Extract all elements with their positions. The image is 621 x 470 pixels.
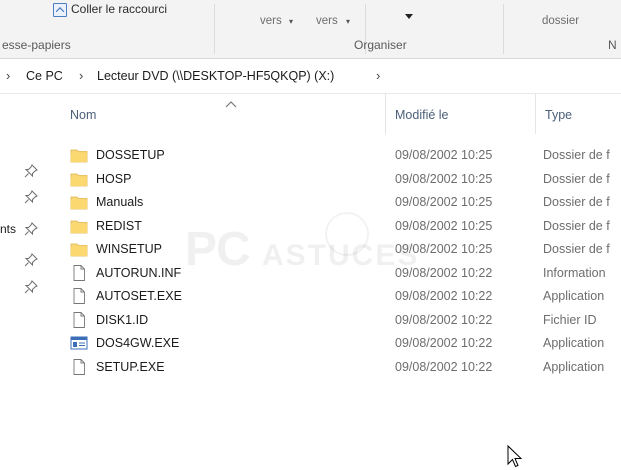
ribbon: Coller le raccourci vers ▾ vers ▾ dossie…: [0, 0, 621, 59]
pin-icon[interactable]: [24, 253, 38, 267]
paste-shortcut-button[interactable]: Coller le raccourci: [71, 2, 167, 16]
ribbon-separator: [503, 4, 504, 54]
file-icon: [70, 288, 88, 304]
clipboard-group-label: esse-papiers: [2, 38, 71, 52]
file-name: AUTORUN.INF: [96, 265, 182, 280]
sort-ascending-icon: [225, 101, 237, 108]
file-icon: [70, 311, 88, 328]
file-name: DOS4GW.EXE: [96, 336, 180, 350]
file-modified-date: 09/08/2002 10:22: [395, 359, 493, 374]
file-type: Application: [543, 289, 605, 303]
paste-shortcut-icon[interactable]: [53, 3, 67, 17]
file-modified-date: 09/08/2002 10:25: [395, 218, 493, 233]
quick-access-label[interactable]: nts: [0, 222, 16, 236]
file-row[interactable]: Manuals 09/08/2002 10:25 Dossier de f: [56, 191, 621, 214]
file-row[interactable]: REDIST 09/08/2002 10:25 Dossier de f: [56, 215, 621, 238]
chevron-down-icon[interactable]: ▾: [289, 17, 293, 26]
file-row[interactable]: SETUP.EXE 09/08/2002 10:22 Application: [56, 356, 621, 379]
column-header-modified[interactable]: Modifié le: [395, 108, 449, 122]
pin-icon[interactable]: [24, 280, 38, 294]
breadcrumb-this-pc[interactable]: Ce PC: [26, 69, 63, 83]
file-row[interactable]: AUTOSET.EXE 09/08/2002 10:22 Application: [56, 285, 621, 308]
column-divider[interactable]: [385, 94, 386, 134]
file-name: AUTOSET.EXE: [96, 289, 182, 303]
exe-window-icon: [70, 335, 88, 351]
file-name: WINSETUP: [96, 242, 162, 256]
file-type: Fichier ID: [543, 312, 597, 327]
file-modified-date: 09/08/2002 10:22: [395, 312, 493, 327]
file-row[interactable]: WINSETUP 09/08/2002 10:25 Dossier de f: [56, 238, 621, 261]
file-type: Dossier de f: [543, 242, 610, 256]
file-name: HOSP: [96, 171, 132, 186]
file-name: Manuals: [96, 195, 144, 209]
breadcrumb-chevron-icon[interactable]: ›: [376, 68, 380, 83]
file-type: Dossier de f: [543, 195, 610, 209]
pin-icon[interactable]: [24, 164, 38, 178]
breadcrumb-chevron-icon[interactable]: ›: [79, 68, 83, 83]
folder-icon: [70, 241, 88, 257]
dropdown-arrow-icon[interactable]: [405, 14, 413, 19]
file-icon: [70, 358, 88, 375]
folder-icon: [70, 218, 88, 234]
file-row[interactable]: AUTORUN.INF 09/08/2002 10:22 Information: [56, 262, 621, 285]
ribbon-separator: [214, 4, 215, 54]
file-type: Dossier de f: [543, 218, 610, 233]
new-group-label: N: [608, 38, 617, 52]
file-modified-date: 09/08/2002 10:25: [395, 242, 493, 256]
file-row[interactable]: DISK1.ID 09/08/2002 10:22 Fichier ID: [56, 309, 621, 332]
organize-group-label: Organiser: [354, 38, 407, 52]
column-header-name[interactable]: Nom: [70, 108, 96, 122]
column-header-type[interactable]: Type: [545, 108, 572, 122]
breadcrumb-chevron-icon[interactable]: ›: [6, 68, 10, 83]
new-folder-button[interactable]: dossier: [542, 15, 579, 27]
file-modified-date: 09/08/2002 10:25: [395, 171, 493, 186]
file-modified-date: 09/08/2002 10:25: [395, 148, 493, 162]
file-type: Dossier de f: [543, 171, 610, 186]
file-row[interactable]: DOSSETUP 09/08/2002 10:25 Dossier de f: [56, 144, 621, 167]
file-name: DOSSETUP: [96, 148, 165, 162]
file-modified-date: 09/08/2002 10:22: [395, 265, 493, 280]
file-name: DISK1.ID: [96, 312, 149, 327]
file-modified-date: 09/08/2002 10:22: [395, 336, 493, 350]
chevron-down-icon[interactable]: ▾: [346, 17, 350, 26]
file-modified-date: 09/08/2002 10:22: [395, 289, 493, 303]
file-icon: [70, 264, 88, 281]
pin-icon[interactable]: [24, 222, 38, 236]
navigation-pane: nts: [0, 94, 56, 470]
folder-icon: [70, 147, 88, 163]
file-type: Application: [543, 336, 605, 350]
mouse-cursor-icon: [507, 445, 523, 468]
breadcrumb-dvd-drive[interactable]: Lecteur DVD (\\DESKTOP-HF5QKQP) (X:): [97, 69, 334, 83]
file-type: Dossier de f: [543, 148, 610, 162]
folder-icon: [70, 194, 88, 210]
file-row[interactable]: DOS4GW.EXE 09/08/2002 10:22 Application: [56, 332, 621, 355]
file-modified-date: 09/08/2002 10:25: [395, 195, 493, 209]
file-name: SETUP.EXE: [96, 359, 165, 374]
address-bar[interactable]: › Ce PC › Lecteur DVD (\\DESKTOP-HF5QKQP…: [0, 59, 621, 94]
file-name: REDIST: [96, 218, 142, 233]
column-divider[interactable]: [535, 94, 536, 134]
file-row[interactable]: HOSP 09/08/2002 10:25 Dossier de f: [56, 168, 621, 191]
file-type: Information: [543, 265, 606, 280]
move-to-button[interactable]: vers: [260, 15, 282, 27]
pin-icon[interactable]: [24, 190, 38, 204]
file-type: Application: [543, 359, 605, 374]
copy-to-button[interactable]: vers: [316, 15, 338, 27]
folder-icon: [70, 171, 88, 187]
